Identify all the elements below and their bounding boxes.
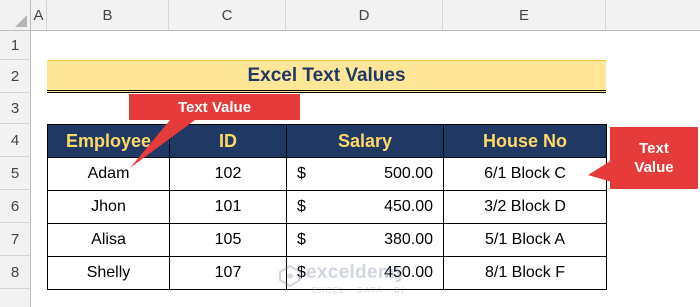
table-row: Adam 102 $ 500.00 6/1 Block C: [47, 157, 607, 191]
table-row: Jhon 101 $ 450.00 3/2 Block D: [47, 190, 607, 224]
watermark-tagline: EXCEL · DATA · BI: [312, 286, 405, 295]
exceldemy-watermark: exceldemy EXCEL · DATA · BI: [278, 258, 428, 302]
row-header-2[interactable]: 2: [0, 60, 31, 93]
salary-cell[interactable]: $ 500.00: [286, 157, 444, 191]
currency-symbol: $: [297, 231, 306, 248]
salary-amount: 500.00: [384, 165, 433, 182]
exceldemy-logo-icon: [279, 264, 301, 288]
salary-cell[interactable]: $ 450.00: [286, 190, 444, 224]
header-house-no[interactable]: House No: [443, 124, 607, 158]
callout-1-label: Text Value: [177, 98, 252, 116]
id-cell[interactable]: 102: [169, 157, 287, 191]
house-cell[interactable]: 5/1 Block A: [443, 223, 607, 257]
column-header-a[interactable]: A: [31, 0, 47, 31]
watermark-name: exceldemy: [306, 262, 406, 283]
row-header-1[interactable]: 1: [0, 31, 31, 60]
employee-cell[interactable]: Alisa: [47, 223, 170, 257]
house-cell[interactable]: 8/1 Block F: [443, 256, 607, 290]
header-id[interactable]: ID: [169, 124, 287, 158]
select-all-triangle-icon: [15, 15, 27, 27]
header-employee[interactable]: Employee: [47, 124, 170, 158]
house-cell[interactable]: 3/2 Block D: [443, 190, 607, 224]
table-header-row: Employee ID Salary House No: [47, 124, 607, 158]
house-cell[interactable]: 6/1 Block C: [443, 157, 607, 191]
salary-cell[interactable]: $ 380.00: [286, 223, 444, 257]
sheet-title-cell[interactable]: Excel Text Values: [47, 60, 606, 93]
text-value-callout-2[interactable]: Text Value: [610, 127, 698, 189]
row-header-8[interactable]: 8: [0, 256, 31, 289]
employee-cell[interactable]: Shelly: [47, 256, 170, 290]
salary-amount: 450.00: [384, 198, 433, 215]
column-header-e[interactable]: E: [443, 0, 606, 31]
header-salary[interactable]: Salary: [286, 124, 444, 158]
callout-2-line-1: Text: [639, 140, 669, 157]
row-header-7[interactable]: 7: [0, 223, 31, 256]
employee-cell[interactable]: Jhon: [47, 190, 170, 224]
table-row: Alisa 105 $ 380.00 5/1 Block A: [47, 223, 607, 257]
column-header-c[interactable]: C: [169, 0, 286, 31]
row-header-4[interactable]: 4: [0, 124, 31, 157]
spreadsheet: A B C D E 1 2 3 4 5 6 7 8 Excel Text Val…: [0, 0, 700, 307]
text-value-callout-1[interactable]: Text Value: [129, 94, 300, 120]
column-header-blank: [606, 0, 700, 31]
currency-symbol: $: [297, 198, 306, 215]
row-header-blank: [0, 289, 31, 307]
currency-symbol: $: [297, 165, 306, 182]
callout-2-line-2: Value: [634, 159, 674, 176]
id-cell[interactable]: 101: [169, 190, 287, 224]
column-header-d[interactable]: D: [286, 0, 443, 31]
salary-amount: 380.00: [384, 231, 433, 248]
id-cell[interactable]: 105: [169, 223, 287, 257]
row-header-6[interactable]: 6: [0, 190, 31, 223]
select-all-corner[interactable]: [0, 0, 31, 31]
row-header-5[interactable]: 5: [0, 157, 31, 190]
employee-cell[interactable]: Adam: [47, 157, 170, 191]
column-header-b[interactable]: B: [47, 0, 169, 31]
id-cell[interactable]: 107: [169, 256, 287, 290]
row-header-3[interactable]: 3: [0, 93, 31, 124]
